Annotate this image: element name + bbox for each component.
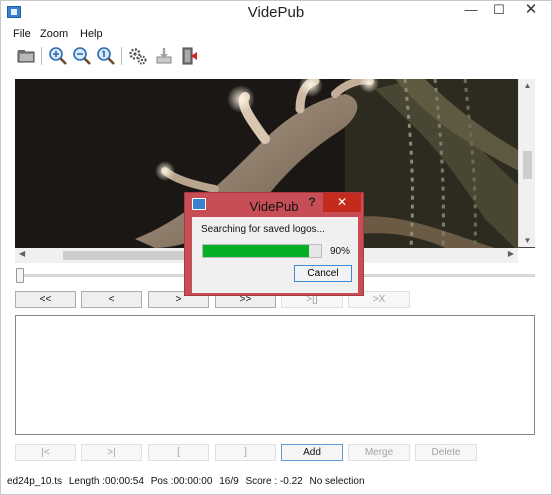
merge-button[interactable]: Merge bbox=[348, 444, 410, 461]
menu-help[interactable]: Help bbox=[80, 28, 103, 40]
delete-button[interactable]: Delete bbox=[415, 444, 477, 461]
progress-dialog: VidePub ? ✕ Searching for saved logos...… bbox=[184, 192, 364, 296]
mark-out-button[interactable]: ] bbox=[215, 444, 276, 461]
jump-back-button[interactable]: << bbox=[15, 291, 76, 308]
dialog-help-button[interactable]: ? bbox=[302, 195, 322, 209]
open-folder-icon[interactable] bbox=[15, 45, 37, 67]
cancel-button[interactable]: Cancel bbox=[294, 265, 352, 282]
set-start-button[interactable]: |< bbox=[15, 444, 76, 461]
set-end-button[interactable]: >| bbox=[81, 444, 142, 461]
close-button[interactable]: ✕ bbox=[513, 1, 549, 21]
minimize-button[interactable]: — bbox=[457, 1, 485, 21]
exit-icon[interactable] bbox=[179, 45, 201, 67]
menu-bar: File Zoom Help bbox=[1, 26, 551, 42]
status-bar: ed24p_10.ts Length :00:00:54 Pos :00:00:… bbox=[7, 476, 369, 487]
status-position: Pos :00:00:00 bbox=[150, 476, 213, 487]
progress-percent: 90% bbox=[330, 246, 351, 257]
video-vertical-scrollbar[interactable]: ▲ ▼ bbox=[518, 79, 535, 247]
status-file: ed24p_10.ts bbox=[7, 476, 63, 487]
menu-zoom[interactable]: Zoom bbox=[40, 28, 68, 40]
status-aspect: 16/9 bbox=[219, 476, 239, 487]
toolbar-separator bbox=[41, 47, 42, 65]
scroll-left-arrow-icon[interactable]: ◀ bbox=[19, 249, 25, 258]
zoom-in-icon[interactable] bbox=[47, 45, 69, 67]
status-selection: No selection bbox=[309, 476, 365, 487]
step-back-button[interactable]: < bbox=[81, 291, 142, 308]
add-button[interactable]: Add bbox=[281, 444, 343, 461]
scroll-down-arrow-icon[interactable]: ▼ bbox=[519, 236, 536, 245]
menu-file[interactable]: File bbox=[13, 28, 31, 40]
dialog-message: Searching for saved logos... bbox=[201, 224, 325, 235]
status-score: Score : -0.22 bbox=[245, 476, 303, 487]
dialog-body: Searching for saved logos... 90% Cancel bbox=[192, 217, 358, 293]
title-bar[interactable]: VidePub — ☐ ✕ bbox=[1, 1, 551, 25]
settings-gears-icon[interactable] bbox=[127, 45, 149, 67]
mark-in-button[interactable]: [ bbox=[148, 444, 209, 461]
toolbar bbox=[9, 43, 529, 71]
timeline-knob[interactable] bbox=[16, 268, 24, 283]
zoom-reset-icon[interactable] bbox=[95, 45, 117, 67]
scroll-up-arrow-icon[interactable]: ▲ bbox=[519, 81, 536, 90]
zoom-out-icon[interactable] bbox=[71, 45, 93, 67]
vertical-scroll-thumb[interactable] bbox=[523, 151, 532, 179]
scroll-right-arrow-icon[interactable]: ▶ bbox=[508, 249, 514, 258]
maximize-button[interactable]: ☐ bbox=[485, 1, 513, 21]
toolbar-separator bbox=[121, 47, 122, 65]
progress-bar bbox=[202, 244, 322, 258]
export-icon[interactable] bbox=[153, 45, 175, 67]
dialog-close-button[interactable]: ✕ bbox=[323, 193, 361, 212]
logo-list[interactable] bbox=[15, 315, 535, 435]
progress-fill bbox=[203, 245, 310, 257]
status-length: Length :00:00:54 bbox=[68, 476, 144, 487]
